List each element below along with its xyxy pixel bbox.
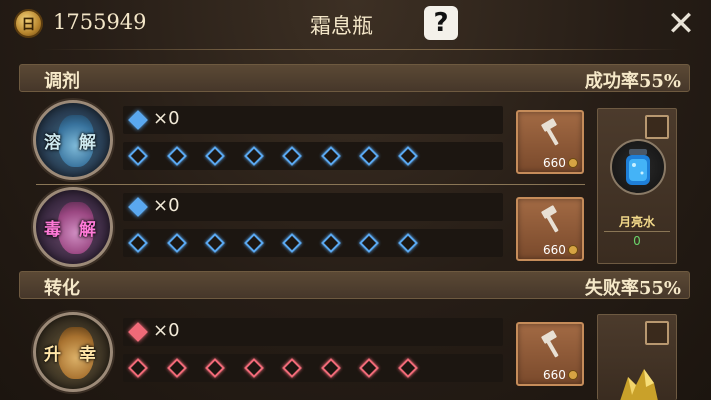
gem-count-bar	[123, 318, 503, 346]
gem-count: ×0	[153, 195, 180, 216]
page-title: 霜息瓶	[310, 14, 373, 38]
gem-count: ×0	[153, 108, 180, 129]
hammer-icon	[541, 330, 559, 358]
hammer-icon	[541, 118, 559, 146]
recipe-row: 升 幸 ×0 660	[19, 310, 584, 396]
gem-count-bar	[123, 106, 503, 134]
gold-coin-icon: 日	[14, 9, 43, 38]
section-header-transform: 转化 失败率55%	[19, 271, 690, 299]
small-coin-icon	[568, 158, 578, 168]
material-divider	[604, 231, 670, 232]
recipe-row: 毒 解 ×0 660	[19, 185, 584, 271]
material-checkbox[interactable]	[645, 115, 669, 139]
gold-ore-icon	[620, 369, 658, 400]
potion-icon: 溶 解	[33, 100, 113, 180]
divider	[42, 49, 682, 50]
section-label: 转化	[44, 278, 80, 299]
material-panel[interactable]: 月亮水 0	[597, 108, 677, 264]
failure-rate: 失败率55%	[584, 278, 681, 299]
jar-graphic	[626, 149, 650, 185]
close-icon[interactable]: ✕	[664, 7, 698, 41]
craft-button[interactable]: 660	[516, 110, 584, 174]
craft-cost: 660	[543, 156, 566, 170]
craft-button[interactable]: 660	[516, 197, 584, 261]
potion-rune: 溶 解	[44, 132, 102, 153]
material-checkbox[interactable]	[645, 321, 669, 345]
small-coin-icon	[568, 370, 578, 380]
recipe-row: 溶 解 ×0 660	[19, 98, 584, 184]
potion-icon: 毒 解	[33, 187, 113, 267]
gem-count: ×0	[153, 320, 180, 341]
question-mark-icon[interactable]: ?	[424, 6, 458, 40]
craft-button[interactable]: 660	[516, 322, 584, 386]
section-header-mix: 调剂 成功率55%	[19, 64, 690, 92]
material-count: 0	[633, 234, 641, 248]
craft-cost: 660	[543, 243, 566, 257]
potion-rune: 毒 解	[44, 219, 102, 240]
success-rate: 成功率55%	[584, 71, 681, 92]
blue-jar-icon	[610, 139, 666, 195]
hammer-icon	[541, 205, 559, 233]
section-label: 调剂	[44, 71, 80, 92]
gem-count-bar	[123, 193, 503, 221]
top-bar: 日 1755949 霜息瓶 ? ✕	[0, 0, 711, 48]
potion-icon: 升 幸	[33, 312, 113, 392]
coin-amount: 1755949	[53, 10, 147, 34]
craft-cost: 660	[543, 368, 566, 382]
material-name: 月亮水	[618, 215, 655, 229]
material-panel[interactable]	[597, 314, 677, 400]
potion-rune: 升 幸	[44, 344, 102, 365]
small-coin-icon	[568, 245, 578, 255]
